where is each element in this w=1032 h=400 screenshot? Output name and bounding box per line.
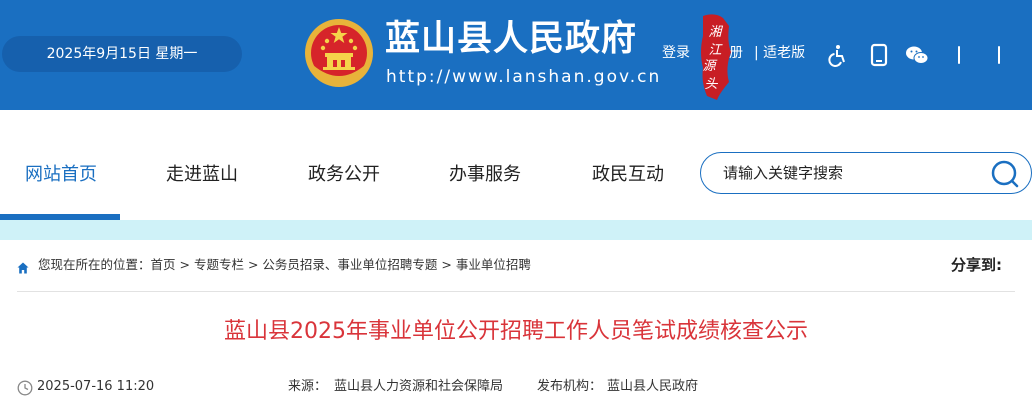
clock-icon: [17, 380, 33, 396]
nav-item-services[interactable]: 办事服务: [449, 162, 521, 188]
login-link[interactable]: 登录: [662, 43, 690, 63]
wechat-icon[interactable]: [905, 43, 929, 67]
wheelchair-icon[interactable]: [826, 43, 850, 67]
breadcrumb-item-home[interactable]: 首页: [151, 257, 176, 272]
page: 2025年9月15日 星期一 蓝山县人民政府 http://www.lansha…: [0, 0, 1032, 400]
nav-item-government-affairs[interactable]: 政务公开: [308, 162, 380, 188]
breadcrumb-separator: >: [175, 257, 194, 272]
source-label: 来源：: [288, 379, 328, 394]
site-header: 2025年9月15日 星期一 蓝山县人民政府 http://www.lansha…: [0, 0, 1032, 110]
svg-text:江: 江: [708, 43, 723, 58]
breadcrumb-separator: >: [243, 257, 263, 272]
weibo-icon[interactable]: [947, 43, 971, 67]
article-title: 蓝山县2025年事业单位公开招聘工作人员笔试成绩核查公示: [224, 319, 808, 344]
breadcrumb-item-special-topics[interactable]: 专题专栏: [194, 257, 244, 272]
breadcrumb-item-recruitment-topic[interactable]: 公务员招录、事业单位招聘专题: [262, 257, 437, 272]
app-icon[interactable]: [987, 43, 1011, 67]
share-label: 分享到:: [951, 256, 1002, 274]
nav-item-about-lanshan[interactable]: 走进蓝山: [166, 162, 238, 188]
svg-text:源: 源: [702, 59, 717, 74]
search-icon[interactable]: [990, 159, 1020, 189]
main-nav: 网站首页 走进蓝山 政务公开 办事服务 政民互动: [0, 110, 1032, 220]
national-emblem-logo: [305, 19, 373, 87]
home-icon: [17, 262, 29, 274]
search-input[interactable]: [723, 162, 973, 184]
nav-item-interaction[interactable]: 政民互动: [592, 162, 664, 188]
divider: [17, 291, 1015, 292]
breadcrumb: 您现在所在的位置：首页 > 专题专栏 > 公务员招录、事业单位招聘专题 > 事业…: [38, 256, 531, 274]
breadcrumb-separator: >: [437, 257, 456, 272]
date-display: 2025年9月15日 星期一: [2, 36, 242, 72]
elder-mode-link[interactable]: | 适老版: [754, 43, 805, 63]
svg-text:湘: 湘: [708, 25, 723, 40]
breadcrumb-item-institution-recruitment[interactable]: 事业单位招聘: [456, 257, 531, 272]
publisher-value: 蓝山县人民政府: [607, 379, 699, 394]
xiangjiang-source-seal: 湘 江 源 头: [701, 14, 731, 100]
source-value: 蓝山县人力资源和社会保障局: [334, 379, 504, 394]
site-title[interactable]: 蓝山县人民政府: [385, 16, 637, 62]
search-box: [700, 152, 1032, 194]
breadcrumb-prefix: 您现在所在的位置：: [38, 257, 151, 272]
publisher-label: 发布机构：: [537, 379, 603, 394]
publish-date: 2025-07-16 11:20: [37, 379, 155, 394]
mobile-icon[interactable]: [867, 43, 891, 67]
svg-text:头: 头: [704, 77, 718, 92]
decorative-band: [0, 220, 1032, 240]
site-url[interactable]: http://www.lanshan.gov.cn: [386, 64, 661, 90]
nav-item-home[interactable]: 网站首页: [25, 162, 97, 188]
